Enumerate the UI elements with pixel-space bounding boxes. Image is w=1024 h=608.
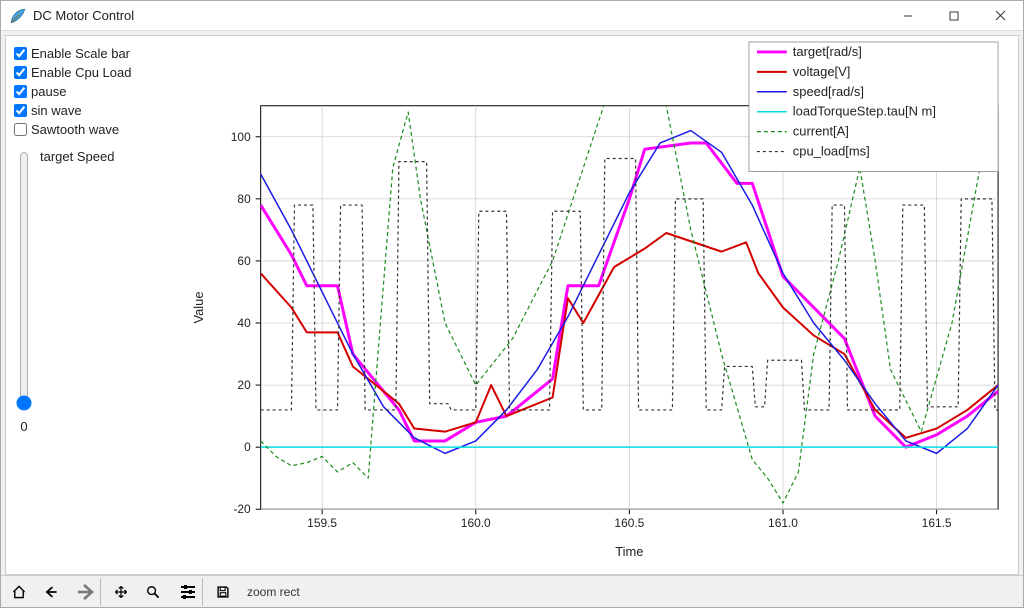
forward-button[interactable] <box>69 578 101 606</box>
check-enable-cpu-load[interactable]: Enable Cpu Load <box>14 63 162 82</box>
minimize-button[interactable] <box>885 1 931 31</box>
check-sawtooth-wave-box[interactable] <box>14 123 27 136</box>
svg-text:speed[rad/s]: speed[rad/s] <box>793 84 864 99</box>
app-icon <box>9 7 27 25</box>
maximize-button[interactable] <box>931 1 977 31</box>
svg-text:20: 20 <box>237 378 251 392</box>
svg-text:Time: Time <box>615 544 643 559</box>
check-sin-wave-box[interactable] <box>14 104 27 117</box>
svg-text:60: 60 <box>237 254 251 268</box>
svg-text:cpu_load[ms]: cpu_load[ms] <box>793 144 870 159</box>
svg-text:159.5: 159.5 <box>307 516 337 530</box>
check-pause-box[interactable] <box>14 85 27 98</box>
titlebar: DC Motor Control <box>1 1 1023 31</box>
pan-button[interactable] <box>107 578 135 606</box>
svg-text:100: 100 <box>231 130 251 144</box>
check-pause[interactable]: pause <box>14 82 162 101</box>
check-label: Enable Cpu Load <box>31 65 131 80</box>
check-enable-scale-bar-box[interactable] <box>14 47 27 60</box>
svg-text:loadTorqueStep.tau[N m]: loadTorqueStep.tau[N m] <box>793 104 936 119</box>
svg-text:Value: Value <box>191 291 206 323</box>
svg-text:target[rad/s]: target[rad/s] <box>793 44 862 59</box>
plot-area[interactable]: 159.5 160.0 160.5 161.0 161.5 -20 0 20 40 60 80 100… <box>171 36 1018 574</box>
check-label: Sawtooth wave <box>31 122 119 137</box>
check-enable-cpu-load-box[interactable] <box>14 66 27 79</box>
target-speed-slider[interactable] <box>15 151 33 411</box>
check-label: sin wave <box>31 103 82 118</box>
svg-text:160.5: 160.5 <box>614 516 644 530</box>
toolbar: zoom rect <box>1 575 1023 607</box>
svg-text:40: 40 <box>237 316 251 330</box>
svg-text:0: 0 <box>244 440 251 454</box>
check-sin-wave[interactable]: sin wave <box>14 101 162 120</box>
check-enable-scale-bar[interactable]: Enable Scale bar <box>14 44 162 63</box>
toolbar-status: zoom rect <box>247 585 300 599</box>
svg-text:161.5: 161.5 <box>922 516 952 530</box>
sidebar: Enable Scale bar Enable Cpu Load pause s… <box>6 36 171 574</box>
configure-button[interactable] <box>171 578 203 606</box>
svg-text:161.0: 161.0 <box>768 516 798 530</box>
close-button[interactable] <box>977 1 1023 31</box>
svg-text:current[A]: current[A] <box>793 124 849 139</box>
target-speed-label: target Speed <box>40 149 114 434</box>
check-label: pause <box>31 84 66 99</box>
svg-text:-20: -20 <box>233 502 251 516</box>
window-title: DC Motor Control <box>33 8 885 23</box>
svg-text:voltage[V]: voltage[V] <box>793 64 851 79</box>
zoom-button[interactable] <box>139 578 167 606</box>
check-sawtooth-wave[interactable]: Sawtooth wave <box>14 120 162 139</box>
back-button[interactable] <box>37 578 65 606</box>
check-label: Enable Scale bar <box>31 46 130 61</box>
target-speed-value: 0 <box>20 419 27 434</box>
save-button[interactable] <box>209 578 237 606</box>
home-button[interactable] <box>5 578 33 606</box>
svg-text:160.0: 160.0 <box>461 516 491 530</box>
svg-text:80: 80 <box>237 192 251 206</box>
